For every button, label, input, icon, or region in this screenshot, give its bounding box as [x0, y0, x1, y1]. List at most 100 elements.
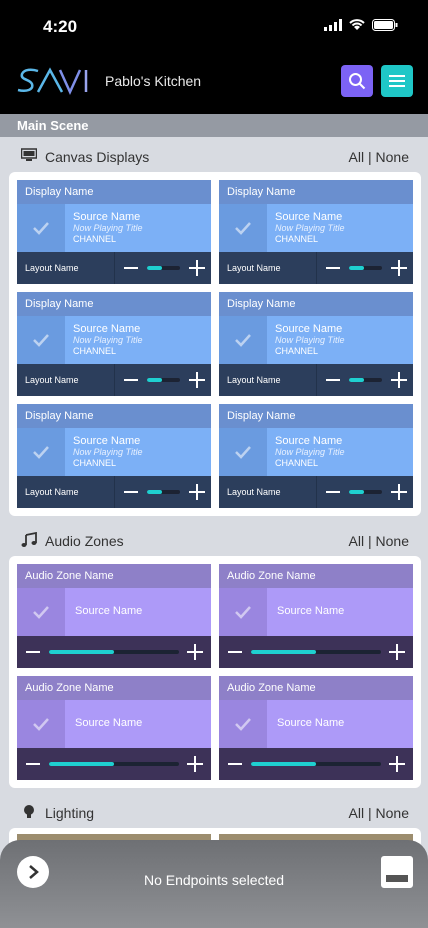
display-tile[interactable]: Display Name Source Name Now Playing Title…: [17, 404, 211, 508]
display-name: Display Name: [219, 180, 413, 204]
volume-slider[interactable]: [49, 762, 179, 766]
display-name: Display Name: [17, 292, 211, 316]
audio-zone-tile[interactable]: Audio Zone Name Source Name: [17, 676, 211, 780]
channel-label: CHANNEL: [275, 458, 319, 468]
volume-down-button[interactable]: [26, 651, 40, 653]
checkmark-icon: [235, 718, 251, 731]
volume-fill: [147, 266, 162, 270]
plus-icon: [398, 372, 400, 388]
display-checkbox[interactable]: [219, 204, 267, 252]
audio-zone-checkbox[interactable]: [17, 588, 65, 636]
display-name: Display Name: [219, 404, 413, 428]
source-name[interactable]: Source Name: [65, 700, 211, 748]
menu-button[interactable]: [381, 65, 413, 97]
audio-zone-checkbox[interactable]: [219, 700, 267, 748]
checkmark-icon: [33, 222, 49, 235]
volume-control: [219, 636, 413, 668]
channel-label: CHANNEL: [73, 458, 117, 468]
volume-down-button[interactable]: [26, 763, 40, 765]
volume-up-button[interactable]: [187, 756, 203, 772]
volume-down-button[interactable]: [326, 491, 340, 493]
source-name[interactable]: Source Name: [267, 700, 413, 748]
volume-slider[interactable]: [49, 650, 179, 654]
search-button[interactable]: [341, 65, 373, 97]
volume-slider[interactable]: [349, 490, 382, 494]
layout-name[interactable]: Layout Name: [17, 476, 114, 508]
layout-name[interactable]: Layout Name: [17, 364, 114, 396]
volume-up-button[interactable]: [189, 484, 205, 500]
layout-name[interactable]: Layout Name: [17, 252, 114, 284]
source-info[interactable]: Source Name Now Playing Title CHANNEL: [267, 428, 413, 476]
audio-all-none[interactable]: All | None: [349, 533, 409, 549]
volume-up-button[interactable]: [189, 260, 205, 276]
audio-zone-name: Audio Zone Name: [17, 676, 211, 700]
bottom-bar: No Endpoints selected: [0, 840, 428, 928]
volume-down-button[interactable]: [124, 491, 138, 493]
monitor-icon: [21, 148, 37, 161]
display-checkbox[interactable]: [219, 316, 267, 364]
volume-up-button[interactable]: [389, 644, 405, 660]
lighting-all-none[interactable]: All | None: [349, 805, 409, 821]
volume-up-button[interactable]: [391, 260, 407, 276]
checkmark-icon: [33, 334, 49, 347]
audio-zone-tile[interactable]: Audio Zone Name Source Name: [17, 564, 211, 668]
source-name: Source Name: [275, 435, 343, 447]
volume-down-button[interactable]: [326, 267, 340, 269]
audio-zone-checkbox[interactable]: [17, 700, 65, 748]
display-checkbox[interactable]: [219, 428, 267, 476]
display-tile[interactable]: Display Name Source Name Now Playing Title…: [17, 292, 211, 396]
source-info[interactable]: Source Name Now Playing Title CHANNEL: [267, 204, 413, 252]
layout-name[interactable]: Layout Name: [219, 364, 316, 396]
display-checkbox[interactable]: [17, 428, 65, 476]
layout-name[interactable]: Layout Name: [219, 476, 316, 508]
search-icon: [349, 73, 366, 90]
source-info[interactable]: Source Name Now Playing Title CHANNEL: [65, 316, 211, 364]
volume-slider[interactable]: [251, 650, 381, 654]
source-name[interactable]: Source Name: [267, 588, 413, 636]
volume-fill: [251, 762, 316, 766]
display-tile[interactable]: Display Name Source Name Now Playing Title…: [219, 292, 413, 396]
display-checkbox[interactable]: [17, 204, 65, 252]
display-name: Display Name: [17, 180, 211, 204]
volume-slider[interactable]: [349, 266, 382, 270]
display-checkbox[interactable]: [17, 316, 65, 364]
plus-icon: [398, 260, 400, 276]
audio-zone-tile[interactable]: Audio Zone Name Source Name: [219, 564, 413, 668]
checkmark-icon: [235, 334, 251, 347]
display-toggle-button[interactable]: [381, 856, 413, 888]
source-name[interactable]: Source Name: [65, 588, 211, 636]
volume-up-button[interactable]: [391, 484, 407, 500]
volume-down-button[interactable]: [228, 651, 242, 653]
canvas-section-header: Canvas Displays All | None: [0, 142, 428, 172]
display-tile[interactable]: Display Name Source Name Now Playing Title…: [219, 180, 413, 284]
volume-slider[interactable]: [147, 378, 180, 382]
volume-up-button[interactable]: [389, 756, 405, 772]
status-icons: [324, 19, 398, 31]
checkmark-icon: [235, 222, 251, 235]
layout-name[interactable]: Layout Name: [219, 252, 316, 284]
canvas-all-none[interactable]: All | None: [349, 149, 409, 165]
audio-zone-tile[interactable]: Audio Zone Name Source Name: [219, 676, 413, 780]
volume-up-button[interactable]: [189, 372, 205, 388]
volume-down-button[interactable]: [124, 267, 138, 269]
audio-zone-name: Audio Zone Name: [219, 564, 413, 588]
source-info[interactable]: Source Name Now Playing Title CHANNEL: [267, 316, 413, 364]
display-name: Display Name: [219, 292, 413, 316]
volume-control: [17, 748, 211, 780]
display-tile[interactable]: Display Name Source Name Now Playing Title…: [17, 180, 211, 284]
volume-down-button[interactable]: [124, 379, 138, 381]
audio-zone-checkbox[interactable]: [219, 588, 267, 636]
source-info[interactable]: Source Name Now Playing Title CHANNEL: [65, 204, 211, 252]
volume-down-button[interactable]: [228, 763, 242, 765]
volume-up-button[interactable]: [391, 372, 407, 388]
volume-slider[interactable]: [349, 378, 382, 382]
volume-control: [114, 476, 211, 508]
volume-slider[interactable]: [251, 762, 381, 766]
channel-label: CHANNEL: [275, 234, 319, 244]
display-tile[interactable]: Display Name Source Name Now Playing Title…: [219, 404, 413, 508]
volume-up-button[interactable]: [187, 644, 203, 660]
volume-slider[interactable]: [147, 490, 180, 494]
volume-down-button[interactable]: [326, 379, 340, 381]
volume-slider[interactable]: [147, 266, 180, 270]
source-info[interactable]: Source Name Now Playing Title CHANNEL: [65, 428, 211, 476]
